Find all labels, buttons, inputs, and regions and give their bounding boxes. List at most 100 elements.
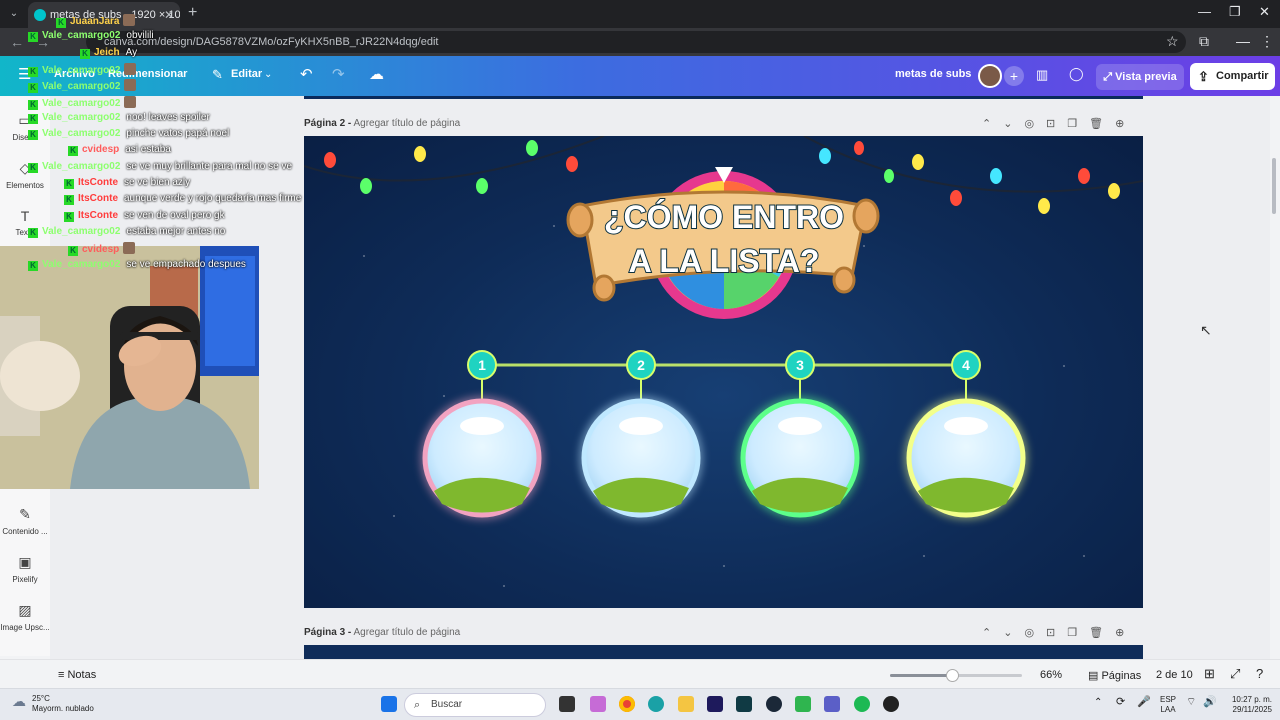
taskbar-search[interactable]: ⌕ Buscar — [404, 693, 546, 717]
pages-icon: ▤ — [1088, 670, 1102, 682]
notes-button[interactable]: ≡ Notas — [58, 669, 96, 681]
hide-page-icon[interactable]: ◎ — [1024, 118, 1046, 130]
slide-page-2[interactable]: ¿CÓMO ENTRO A LA LISTA? 1 2 3 4 — [304, 136, 1143, 608]
grid-view-icon[interactable]: ⊞ — [1204, 666, 1215, 682]
network-icon[interactable]: ⌔ — [1186, 697, 1196, 708]
help-icon[interactable]: ? — [1256, 666, 1263, 681]
tray-chevron-icon[interactable]: ⌃ — [1094, 698, 1102, 708]
language-indicator[interactable]: ESP LAA — [1160, 695, 1176, 715]
chat-badge-icon: K — [28, 99, 38, 110]
chrome-icon[interactable] — [619, 696, 635, 712]
extensions-icon[interactable]: ⧉ — [1199, 33, 1209, 50]
weather-widget[interactable]: ☁ 25°C Mayorm. nublado — [12, 694, 94, 714]
duplicate-icon[interactable]: ❐ — [1067, 118, 1089, 130]
app-dark-icon[interactable] — [883, 696, 899, 712]
search-icon: ⌕ — [414, 699, 421, 711]
share-button[interactable]: ⇪ Compartir — [1190, 63, 1275, 90]
insights-chart-icon[interactable]: ▥ — [1036, 67, 1048, 83]
bookmark-star-icon[interactable]: ☆ — [1166, 33, 1179, 50]
sidebar-item-pixelify[interactable]: ▣ Pixelify — [0, 554, 50, 584]
design-title[interactable]: metas de subs — [895, 68, 971, 80]
chat-message: K Vale_camargo02 noo! leaves spoiler — [28, 112, 210, 124]
vertical-scrollbar[interactable] — [1272, 158, 1276, 214]
chat-text: se ve bien azly — [124, 177, 191, 188]
spotify-icon[interactable] — [854, 696, 870, 712]
chat-badge-icon: K — [28, 66, 38, 77]
task-view-icon[interactable] — [559, 696, 575, 712]
volume-icon[interactable]: 🔊 — [1203, 697, 1217, 708]
chat-username: Vale_camargo02 — [42, 258, 121, 270]
page-2-label[interactable]: Página 2 - Agregar título de página — [304, 118, 460, 129]
chat-emote-icon — [123, 242, 136, 255]
teams-icon[interactable] — [824, 696, 840, 712]
close-window-icon[interactable]: ✕ — [1259, 4, 1270, 20]
cloud-saved-icon[interactable]: ☁ — [369, 65, 384, 83]
slide-title-line-2: A LA LISTA? — [629, 243, 820, 279]
lock-icon[interactable]: ⊡ — [1046, 627, 1067, 639]
zoom-value[interactable]: 66% — [1040, 669, 1062, 681]
trash-icon[interactable]: 🗑 — [1089, 118, 1115, 130]
hide-page-icon[interactable]: ◎ — [1024, 627, 1046, 639]
chat-badge-icon: K — [28, 162, 38, 173]
microphone-icon[interactable]: 🎤 — [1137, 697, 1151, 708]
edge-icon[interactable] — [648, 696, 664, 712]
chat-message: K Vale_camargo02 se ve muy brillante para … — [28, 161, 292, 173]
step-orb-cloud — [778, 417, 822, 435]
step-orb-cloud — [619, 417, 663, 435]
add-page-icon[interactable]: ⊕ — [1115, 627, 1136, 639]
app-green-icon[interactable] — [795, 696, 811, 712]
slide-title-line-1: ¿CÓMO ENTRO — [604, 199, 844, 235]
chat-message: K ItsConte se ven de oval pero gk — [64, 210, 225, 222]
clock[interactable]: 10:27 p. m. 29/11/2025 — [1222, 695, 1272, 715]
steam-icon[interactable] — [766, 696, 782, 712]
chat-username: ItsConte — [78, 177, 118, 188]
steps-group: 1 2 3 4 — [420, 350, 1028, 520]
pixelify-icon: ▣ — [18, 554, 32, 570]
chat-badge-icon: K — [64, 179, 74, 189]
move-up-icon[interactable]: ⌃ — [982, 627, 1003, 639]
pages-button[interactable]: ▤ Páginas — [1088, 669, 1141, 682]
slide-page-3-preview[interactable] — [304, 645, 1143, 659]
redo-icon[interactable]: ↷ — [332, 65, 345, 83]
audition-icon[interactable] — [736, 696, 752, 712]
windows-start-icon[interactable] — [381, 696, 397, 712]
premiere-icon[interactable] — [707, 696, 723, 712]
more-menu-icon[interactable]: ⋮ — [1260, 33, 1274, 50]
zoom-slider[interactable] — [890, 669, 1022, 682]
chat-badge-icon: K — [64, 211, 74, 222]
user-avatar[interactable] — [978, 64, 1002, 88]
page-2-controls: ⌃⌄◎⊡❐🗑⊕ — [982, 117, 1136, 130]
file-explorer-icon[interactable] — [678, 696, 694, 712]
chat-emote-icon — [123, 14, 136, 26]
chat-message: K Jeich Ay — [80, 47, 137, 59]
chat-emote-icon — [124, 62, 137, 75]
page-3-label[interactable]: Página 3 - Agregar título de página — [304, 627, 460, 638]
chat-username: Vale_camargo02 — [42, 111, 121, 123]
mouse-cursor-icon: ↖ — [1200, 322, 1212, 338]
duplicate-icon[interactable]: ❐ — [1067, 627, 1089, 639]
chat-badge-icon: K — [68, 146, 78, 157]
sync-icon[interactable]: ⟳ — [1116, 697, 1125, 708]
zoom-slider-fill — [890, 674, 953, 677]
copilot-icon[interactable] — [590, 696, 606, 712]
page-3-controls: ⌃⌄◎⊡❐🗑⊕ — [982, 626, 1136, 639]
add-page-icon[interactable]: ⊕ — [1115, 118, 1136, 130]
move-up-icon[interactable]: ⌃ — [982, 118, 1003, 130]
trash-icon[interactable]: 🗑 — [1089, 627, 1115, 639]
minimize-icon[interactable]: — — [1198, 4, 1211, 19]
sidebar-item-image-upscaler[interactable]: ▨ Image Upsc... — [0, 602, 50, 632]
chat-text: se ven de oval pero gk — [124, 209, 225, 221]
move-down-icon[interactable]: ⌄ — [1003, 627, 1024, 639]
step-orb-cloud — [460, 417, 504, 435]
fullscreen-icon[interactable]: ⤢ — [1230, 666, 1240, 682]
lock-icon[interactable]: ⊡ — [1046, 118, 1067, 130]
add-collaborator-button[interactable]: + — [1004, 66, 1024, 86]
sidebar-item-content[interactable]: ✎ Contenido ... — [0, 506, 50, 536]
chat-badge-icon: K — [80, 48, 90, 59]
preview-button[interactable]: ⤢ Vista previa — [1096, 64, 1184, 90]
maximize-icon[interactable]: ❐ — [1229, 4, 1241, 20]
comment-icon[interactable]: ◯ — [1069, 66, 1084, 82]
move-down-icon[interactable]: ⌄ — [1003, 118, 1024, 130]
chrome-menu-icon[interactable]: — — [1236, 33, 1250, 49]
zoom-slider-knob[interactable] — [946, 669, 960, 682]
